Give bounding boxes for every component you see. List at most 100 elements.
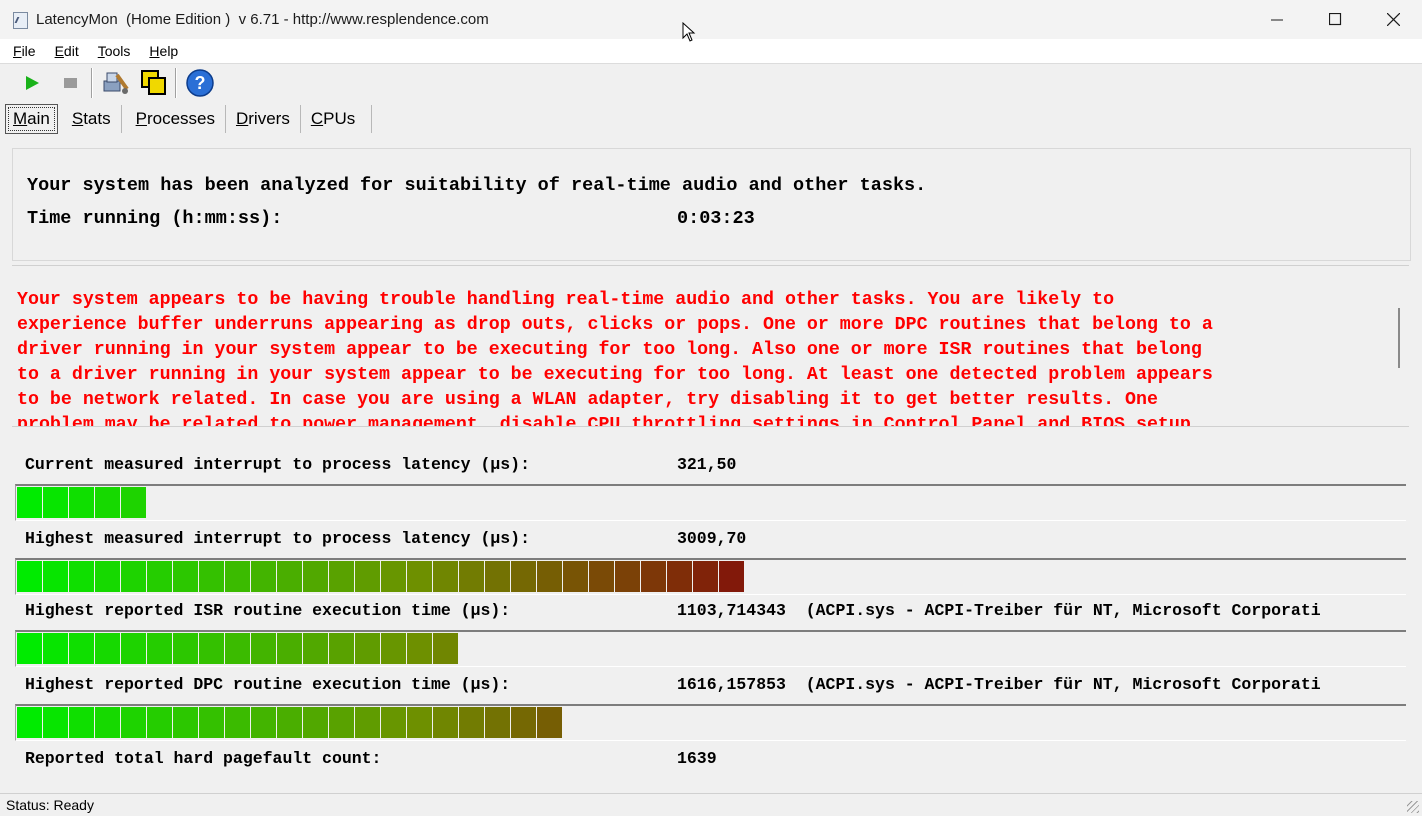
summary-panel: Your system has been analyzed for suitab… bbox=[12, 148, 1411, 261]
resize-grip[interactable] bbox=[1407, 801, 1419, 813]
meter-segment bbox=[225, 707, 250, 738]
tab-stats[interactable]: Stats bbox=[62, 104, 122, 133]
meter-segment bbox=[433, 561, 458, 592]
meter-segment bbox=[303, 561, 328, 592]
play-icon bbox=[26, 76, 39, 90]
meter-segment bbox=[433, 633, 458, 664]
meter-segment bbox=[329, 707, 354, 738]
meter-segment bbox=[251, 633, 276, 664]
menu-tools[interactable]: Tools bbox=[95, 43, 134, 59]
meter-segment bbox=[147, 707, 172, 738]
meter-segment bbox=[69, 707, 94, 738]
meter-segment bbox=[719, 561, 744, 592]
pagefault-value: 1639 bbox=[677, 749, 717, 768]
close-button[interactable] bbox=[1364, 0, 1422, 39]
status-bar: Status: Ready bbox=[0, 793, 1422, 816]
meter-segment bbox=[95, 561, 120, 592]
windows-button[interactable] bbox=[139, 68, 169, 98]
meter-segment bbox=[485, 707, 510, 738]
start-button[interactable] bbox=[17, 68, 47, 98]
meter-segment bbox=[537, 707, 562, 738]
stop-button[interactable] bbox=[55, 68, 85, 98]
warning-panel: Your system appears to be having trouble… bbox=[12, 265, 1409, 427]
meter-segment bbox=[173, 561, 198, 592]
dpc-driver-detail: (ACPI.sys - ACPI-Treiber für NT, Microso… bbox=[805, 675, 1321, 694]
cursor-arrow-icon bbox=[682, 21, 696, 42]
warning-message: Your system appears to be having trouble… bbox=[17, 290, 1213, 427]
meter-segment bbox=[641, 561, 666, 592]
meter-segment bbox=[303, 633, 328, 664]
highest-latency-value: 3009,70 bbox=[677, 529, 747, 548]
menu-edit[interactable]: Edit bbox=[52, 43, 82, 59]
meter-segment bbox=[199, 633, 224, 664]
meter-segment bbox=[95, 487, 120, 518]
meter-segment bbox=[355, 707, 380, 738]
meter-segment bbox=[381, 707, 406, 738]
tab-cpus[interactable]: C PUs bbox=[301, 104, 373, 133]
meter-segment bbox=[43, 633, 68, 664]
help-button[interactable]: ? bbox=[185, 68, 215, 98]
meter-segment bbox=[511, 561, 536, 592]
meter-segment bbox=[485, 561, 510, 592]
isr-driver-detail: (ACPI.sys - ACPI-Treiber für NT, Microso… bbox=[805, 601, 1321, 620]
meter-segment bbox=[199, 707, 224, 738]
windows-icon bbox=[141, 70, 166, 95]
pagefault-label: Reported total hard pagefault count: bbox=[25, 749, 382, 768]
meter-segment bbox=[225, 633, 250, 664]
close-icon bbox=[1386, 13, 1400, 26]
meter-segment bbox=[693, 561, 718, 592]
minimize-icon bbox=[1271, 19, 1283, 20]
meter-segment bbox=[173, 707, 198, 738]
meter-segment bbox=[121, 633, 146, 664]
stop-icon bbox=[64, 78, 77, 88]
meter-segment bbox=[407, 561, 432, 592]
menu-help[interactable]: Help bbox=[146, 43, 181, 59]
isr-time-value: 1103,714343 (ACPI.sys - ACPI-Treiber für… bbox=[677, 601, 1321, 620]
maximize-icon bbox=[1328, 13, 1341, 26]
meter-segment bbox=[43, 561, 68, 592]
menu-bar: File Edit Tools Help bbox=[0, 39, 1422, 64]
drivers-tool-icon bbox=[103, 72, 129, 94]
meter-segment bbox=[381, 633, 406, 664]
meter-segment bbox=[121, 561, 146, 592]
window-title: LatencyMon (Home Edition ) v 6.71 - http… bbox=[36, 11, 489, 28]
current-latency-label: Current measured interrupt to process la… bbox=[25, 455, 530, 474]
warning-scrollbar[interactable] bbox=[1398, 308, 1400, 368]
help-icon: ? bbox=[186, 69, 214, 97]
meter-segment bbox=[43, 707, 68, 738]
highest-latency-bar bbox=[15, 558, 1406, 595]
highest-latency-label: Highest measured interrupt to process la… bbox=[25, 529, 530, 548]
meter-segment bbox=[121, 487, 146, 518]
tab-strip: Main Stats Processes Drivers C PUs bbox=[0, 102, 1422, 135]
tab-drivers[interactable]: Drivers bbox=[226, 104, 301, 133]
isr-time-bar bbox=[15, 630, 1406, 667]
menu-file[interactable]: File bbox=[10, 43, 39, 59]
meter-segment bbox=[459, 561, 484, 592]
metrics-panel: Current measured interrupt to process la… bbox=[12, 428, 1409, 783]
analysis-summary: Your system has been analyzed for suitab… bbox=[27, 175, 927, 196]
meter-segment bbox=[17, 561, 42, 592]
meter-segment bbox=[407, 633, 432, 664]
meter-segment bbox=[511, 707, 536, 738]
drivers-tool-button[interactable] bbox=[101, 68, 131, 98]
meter-segment bbox=[69, 633, 94, 664]
meter-segment bbox=[199, 561, 224, 592]
meter-segment bbox=[17, 633, 42, 664]
meter-segment bbox=[147, 633, 172, 664]
isr-time-label: Highest reported ISR routine execution t… bbox=[25, 601, 511, 620]
meter-segment bbox=[303, 707, 328, 738]
dpc-time-bar bbox=[15, 704, 1406, 741]
dpc-time-label: Highest reported DPC routine execution t… bbox=[25, 675, 511, 694]
maximize-button[interactable] bbox=[1306, 0, 1364, 39]
meter-segment bbox=[121, 707, 146, 738]
tab-main[interactable]: Main bbox=[5, 103, 58, 134]
meter-segment bbox=[537, 561, 562, 592]
meter-segment bbox=[381, 561, 406, 592]
minimize-button[interactable] bbox=[1248, 0, 1306, 39]
status-text: Status: Ready bbox=[6, 797, 94, 813]
svg-text:?: ? bbox=[195, 73, 206, 93]
tab-processes[interactable]: Processes bbox=[122, 104, 226, 133]
meter-segment bbox=[17, 707, 42, 738]
meter-segment bbox=[667, 561, 692, 592]
meter-segment bbox=[355, 633, 380, 664]
